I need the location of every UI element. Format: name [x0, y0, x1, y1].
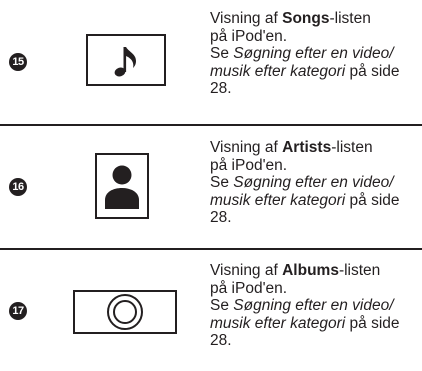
desc-line2: på iPod'en.: [210, 27, 288, 45]
desc-prefix: Visning af: [210, 139, 283, 156]
list-name-bold: Artists: [282, 139, 332, 156]
desc-suffix: -listen: [329, 10, 371, 27]
list-name-bold: Songs: [282, 10, 330, 27]
see-prefix: Se: [210, 45, 234, 62]
desc-line2: på iPod'en.: [210, 156, 288, 174]
desc-line2: på iPod'en.: [210, 279, 288, 297]
table-row-artists: 16 Visning af Artists-listen på iPod'en.…: [0, 124, 422, 248]
desc-prefix: Visning af: [210, 262, 283, 279]
item-number-badge: 17: [9, 302, 27, 320]
songs-description: Visning af Songs-listen på iPod'en. Se S…: [210, 10, 416, 98]
album-disc-icon: [73, 290, 177, 339]
desc-suffix: -listen: [331, 139, 373, 156]
desc-suffix: -listen: [338, 262, 381, 279]
table-row-songs: 15 Visning af Songs-listen på iPod'en. S…: [0, 0, 422, 124]
see-prefix: Se: [210, 297, 234, 314]
person-icon: [95, 153, 149, 224]
see-prefix: Se: [210, 174, 234, 191]
music-note-icon: [86, 34, 166, 91]
item-number-badge: 15: [9, 53, 27, 71]
table-row-albums: 17 Visning af Albums-listen på iPod'en. …: [0, 248, 422, 371]
artists-description: Visning af Artists-listen på iPod'en. Se…: [210, 139, 416, 227]
desc-prefix: Visning af: [210, 10, 283, 27]
list-name-bold: Albums: [282, 262, 339, 279]
icon-description-table: 15 Visning af Songs-listen på iPod'en. S…: [0, 0, 422, 371]
item-number-badge: 16: [9, 178, 27, 196]
albums-description: Visning af Albums-listen på iPod'en. Se …: [210, 262, 416, 350]
